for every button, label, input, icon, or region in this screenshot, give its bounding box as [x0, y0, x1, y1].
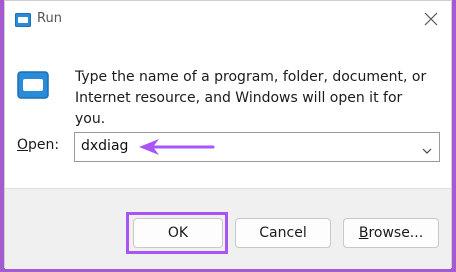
- run-icon: [17, 71, 49, 99]
- open-label-mnemonic: O: [17, 137, 29, 153]
- open-label: Open:: [17, 137, 59, 153]
- window-title: Run: [37, 11, 62, 26]
- close-icon[interactable]: [421, 9, 441, 29]
- open-input-value[interactable]: dxdiag: [81, 138, 128, 154]
- run-icon: [15, 12, 31, 27]
- run-dialog: Run Type the name of a program, folder, …: [4, 0, 452, 269]
- dialog-description: Type the name of a program, folder, docu…: [75, 69, 427, 127]
- open-combobox[interactable]: dxdiag: [74, 132, 440, 162]
- chevron-down-icon[interactable]: [421, 142, 433, 154]
- open-label-rest: pen:: [28, 137, 60, 153]
- browse-mnemonic: B: [358, 225, 369, 241]
- browse-button[interactable]: Browse...: [343, 218, 439, 248]
- ok-button[interactable]: OK: [133, 218, 223, 248]
- dialog-footer: OK Cancel Browse...: [5, 188, 451, 269]
- arrow-left-icon: [139, 139, 215, 155]
- browse-label-rest: rowse...: [368, 225, 424, 241]
- title-bar: Run: [5, 1, 451, 39]
- cancel-button[interactable]: Cancel: [235, 218, 331, 248]
